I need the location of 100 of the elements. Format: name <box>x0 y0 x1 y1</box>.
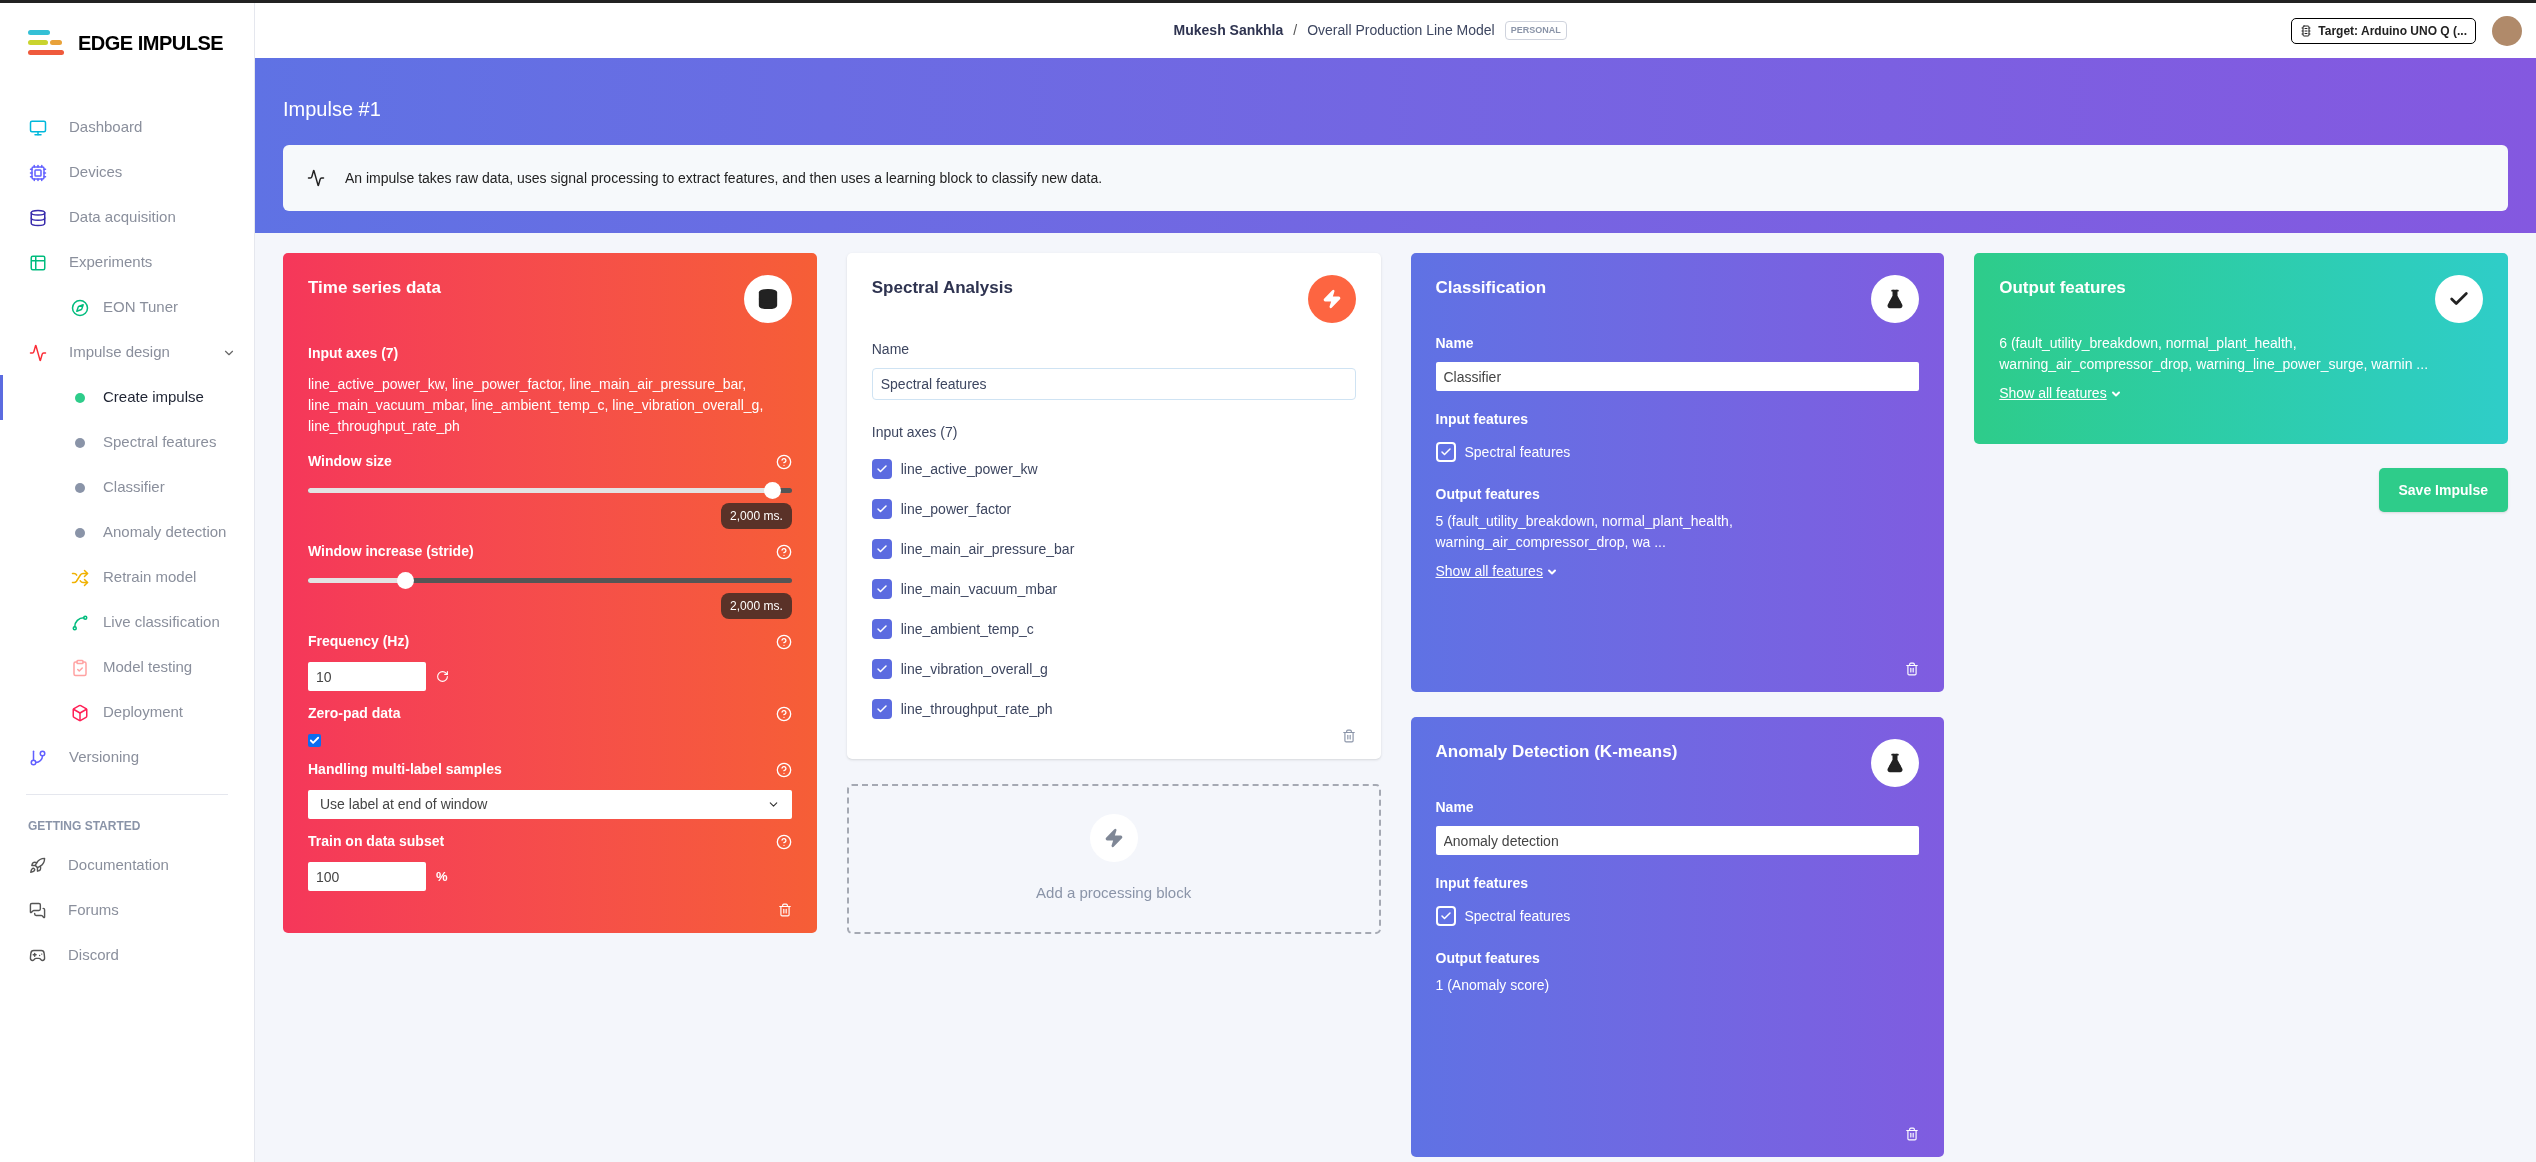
card-title: Time series data <box>308 277 441 299</box>
delete-icon[interactable] <box>777 903 792 917</box>
sidebar-link[interactable]: Discord <box>0 933 254 978</box>
show-all-link[interactable]: Show all features <box>1435 561 1920 582</box>
sidebar-item[interactable]: EON Tuner <box>0 285 254 330</box>
number-field[interactable]: 100 <box>308 862 426 891</box>
sidebar-item[interactable]: Experiments <box>0 240 254 285</box>
avatar[interactable] <box>2492 15 2522 46</box>
help-icon[interactable] <box>775 453 792 470</box>
delete-icon[interactable] <box>1905 1127 1920 1141</box>
sidebar-item[interactable]: Impulse design <box>0 330 254 375</box>
checkbox[interactable] <box>871 659 892 679</box>
checkbox-label: line_active_power_kw <box>900 459 1038 479</box>
output-features-text: 5 (fault_utility_breakdown, normal_plant_health, warning_air_compressor_drop, wa ... <box>1435 512 1734 552</box>
breadcrumb-separator: / <box>1293 21 1298 40</box>
page-title: Impulse #1 <box>283 97 382 122</box>
info-text: An impulse takes raw data, uses signal processing to extract features, and then uses a learning block to classify new data. <box>345 168 1103 188</box>
check-icon <box>875 663 888 675</box>
sidebar-item[interactable]: Live classification <box>0 600 254 645</box>
sidebar-item[interactable]: Anomaly detection <box>0 510 254 555</box>
branch-icon <box>29 748 47 767</box>
card-title: Spectral Analysis <box>871 277 1013 299</box>
sidebar-item[interactable]: Versioning <box>0 735 254 780</box>
sidebar-item[interactable]: Create impulse <box>0 375 254 420</box>
gamepad-icon <box>29 947 46 964</box>
delete-icon[interactable] <box>1341 729 1356 743</box>
chip-icon <box>2300 24 2313 37</box>
sidebar-item[interactable]: Retrain model <box>0 555 254 600</box>
output-features-text: 6 (fault_utility_breakdown, normal_plant_health, warning_air_compressor_drop, warning_line_power_surge, warnin ... <box>1999 334 2430 374</box>
curve-icon <box>71 613 89 632</box>
save-button[interactable]: Save Impulse <box>2378 468 2508 512</box>
slider-thumb[interactable] <box>396 572 414 589</box>
checkbox-label: line_main_air_pressure_bar <box>900 539 1075 559</box>
slider[interactable] <box>308 572 792 589</box>
check-icon <box>875 583 888 595</box>
table-icon <box>29 253 47 272</box>
block-icon <box>1307 275 1356 323</box>
cube-icon <box>71 703 89 722</box>
sidebar-item[interactable]: Classifier <box>0 465 254 510</box>
help-icon[interactable] <box>775 705 792 722</box>
help-icon[interactable] <box>775 633 792 650</box>
section-heading: GETTING STARTED <box>27 818 142 835</box>
field-label: Train on data subset <box>308 832 445 851</box>
select-field[interactable]: Use label at end of window <box>308 790 792 819</box>
field-label: Name <box>1435 334 1475 353</box>
number-field[interactable]: 10 <box>308 662 426 691</box>
checkbox[interactable] <box>871 499 892 519</box>
logo-icon <box>26 28 66 58</box>
field-label: Zero-pad data <box>308 704 401 723</box>
sidebar-item[interactable]: Spectral features <box>0 420 254 465</box>
sidebar-item[interactable]: Data acquisition <box>0 195 254 240</box>
checkbox[interactable] <box>1435 906 1456 926</box>
sidebar-link[interactable]: Forums <box>0 888 254 933</box>
field-label: Frequency (Hz) <box>308 632 410 651</box>
chip-icon <box>29 163 47 182</box>
checkbox[interactable] <box>871 459 892 479</box>
slider-thumb[interactable] <box>764 482 782 499</box>
field-label: Input axes (7) <box>871 423 959 442</box>
sidebar-item[interactable]: Devices <box>0 150 254 195</box>
project-name[interactable]: Overall Production Line Model <box>1307 20 1495 41</box>
name-field[interactable]: Anomaly detection <box>1435 826 1920 855</box>
block-icon <box>743 275 792 323</box>
checkbox[interactable] <box>871 539 892 559</box>
sidebar-item[interactable]: Model testing <box>0 645 254 690</box>
checkbox[interactable] <box>308 734 321 747</box>
checkbox-label: Spectral features <box>1464 442 1571 462</box>
add-block-placeholder[interactable]: Add a processing block <box>846 784 1381 934</box>
block-icon <box>1871 739 1920 787</box>
sidebar-link[interactable]: Documentation <box>0 843 254 888</box>
user-name[interactable]: Mukesh Sankhla <box>1173 20 1284 41</box>
help-icon[interactable] <box>775 761 792 778</box>
delete-icon[interactable] <box>1905 662 1920 676</box>
slider[interactable] <box>308 482 792 499</box>
check-icon <box>1439 446 1452 458</box>
checkbox[interactable] <box>871 619 892 639</box>
target-button[interactable]: Target: Arduino UNO Q (... <box>2291 17 2476 44</box>
output-features-text: 1 (Anomaly score) <box>1435 976 1551 995</box>
block-icon <box>2435 275 2483 323</box>
database-icon <box>29 208 47 227</box>
sidebar-item[interactable]: Deployment <box>0 690 254 735</box>
name-field[interactable]: Classifier <box>1435 362 1920 391</box>
shuffle-icon <box>71 568 89 587</box>
sidebar-item[interactable]: Dashboard <box>0 105 254 150</box>
pulse-icon <box>29 343 47 362</box>
checkbox-label: line_throughput_rate_ph <box>900 699 1053 719</box>
field-label: Output features <box>1435 485 1541 504</box>
rocket-icon <box>29 857 46 874</box>
unit-label: % <box>436 867 448 886</box>
name-field[interactable]: Spectral features <box>871 368 1356 400</box>
reset-icon[interactable] <box>436 670 449 683</box>
checkbox[interactable] <box>871 579 892 599</box>
checkbox[interactable] <box>1435 442 1456 462</box>
show-all-link[interactable]: Show all features <box>1999 383 2483 404</box>
chat-icon <box>29 902 46 919</box>
axes-list-text: line_active_power_kw, line_power_factor, line_main_air_pressure_bar, line_main_vacuum_mbar, line_ambient_temp_c, line_vibration_overall_g, line_throughput_rate_ph <box>308 375 765 436</box>
check-icon <box>309 735 320 746</box>
pulse-icon <box>307 169 325 187</box>
help-icon[interactable] <box>775 833 792 850</box>
help-icon[interactable] <box>775 543 792 560</box>
checkbox[interactable] <box>871 699 892 719</box>
